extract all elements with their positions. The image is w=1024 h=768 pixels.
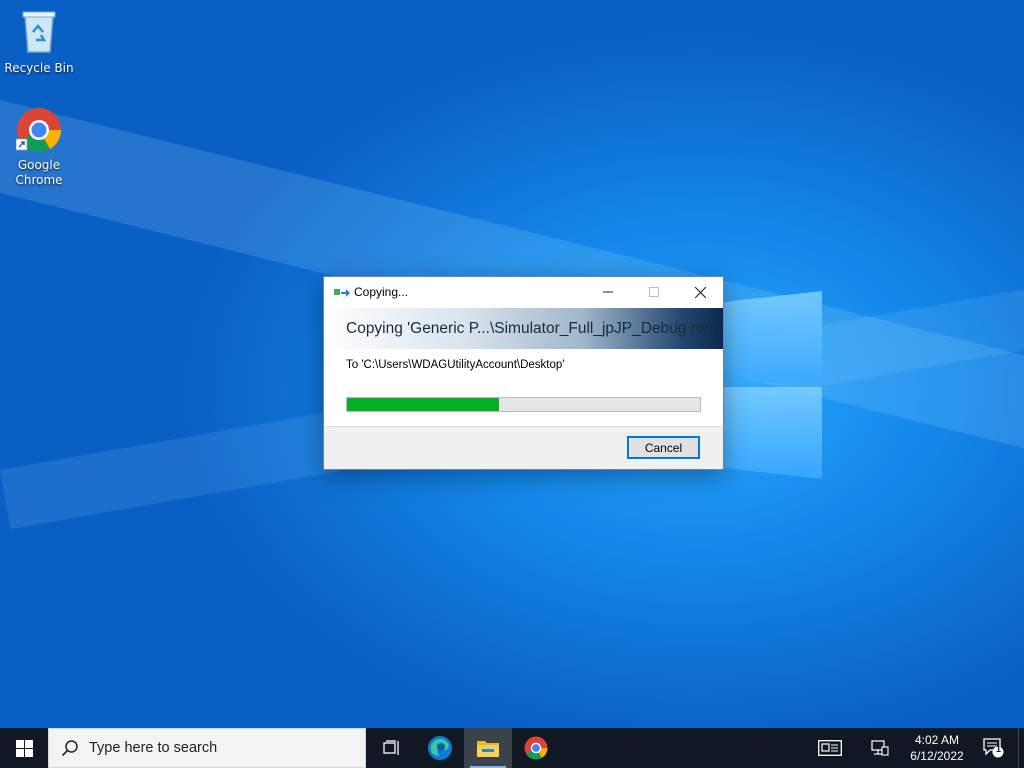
clock-time: 4:02 AM	[914, 733, 960, 747]
desktop-icon-label: Recycle Bin	[4, 61, 74, 75]
destination-text: To 'C:\Users\WDAGUtilityAccount\Desktop'	[346, 359, 565, 371]
network-button[interactable]	[860, 728, 900, 768]
file-explorer-taskbar-button[interactable]	[464, 728, 512, 768]
show-desktop-button[interactable]	[1018, 728, 1024, 768]
chrome-taskbar-button[interactable]	[512, 728, 560, 768]
chrome-icon	[15, 108, 61, 152]
search-icon	[61, 740, 78, 757]
copy-progress-fill	[347, 398, 499, 411]
minimize-button[interactable]	[585, 277, 631, 307]
wallpaper-logo-pane	[724, 387, 822, 479]
copy-icon	[333, 285, 351, 299]
system-tray: 4:02 AM 6/12/2022 1	[806, 728, 1024, 768]
task-view-icon	[383, 740, 399, 755]
dialog-titlebar[interactable]: Copying...	[324, 277, 723, 307]
news-icon	[818, 740, 842, 756]
close-button[interactable]	[677, 277, 723, 307]
cancel-button[interactable]: Cancel	[627, 436, 700, 459]
file-explorer-icon	[477, 741, 499, 757]
action-center-button[interactable]: 1	[974, 728, 1014, 768]
taskbar-search-box[interactable]: Type here to search	[48, 728, 366, 768]
copy-progress-bar	[346, 397, 701, 412]
wallpaper-logo-pane	[724, 291, 822, 383]
taskbar: Type here to search 4:02 AM 6/12/2022 1	[0, 728, 1024, 768]
edge-icon	[428, 736, 452, 760]
dialog-title: Copying...	[354, 285, 409, 299]
maximize-button	[631, 277, 677, 307]
desktop-icon-google-chrome[interactable]: Google Chrome	[1, 107, 77, 188]
taskbar-clock[interactable]: 4:02 AM 6/12/2022	[900, 732, 974, 764]
dialog-footer: Cancel	[324, 426, 723, 469]
clock-date: 6/12/2022	[910, 749, 964, 763]
notification-icon	[983, 738, 1004, 758]
network-icon	[871, 740, 889, 756]
news-widget-button[interactable]	[806, 728, 854, 768]
windows-logo-icon	[15, 739, 33, 757]
desktop-icon-recycle-bin[interactable]: Recycle Bin	[1, 8, 77, 76]
start-button[interactable]	[0, 728, 48, 768]
notification-count: 1	[996, 744, 1002, 754]
chrome-icon	[524, 736, 548, 760]
minimize-icon	[603, 291, 613, 293]
copy-heading: Copying 'Generic P...\Simulator_Full_jpJ…	[346, 319, 721, 337]
maximize-icon	[649, 287, 659, 297]
task-view-button[interactable]	[368, 728, 416, 768]
desktop-icon-label: Google Chrome	[15, 158, 63, 187]
recycle-bin-icon	[22, 11, 56, 53]
search-placeholder: Type here to search	[89, 740, 218, 756]
close-icon	[694, 286, 706, 298]
copy-banner: Copying 'Generic P...\Simulator_Full_jpJ…	[324, 308, 723, 349]
edge-taskbar-button[interactable]	[416, 728, 464, 768]
copy-dialog: Copying... Copying 'Generic P...\Simulat…	[323, 276, 724, 470]
